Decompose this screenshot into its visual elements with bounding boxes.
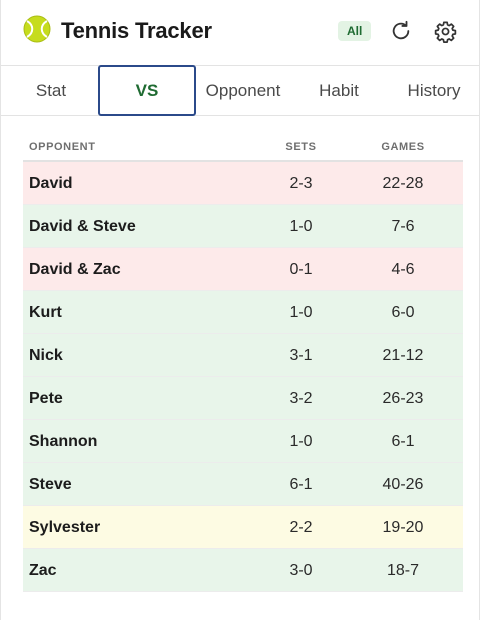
opponent-cell: Steve [29, 476, 72, 493]
opponent-cell: Pete [29, 390, 63, 407]
table-row[interactable]: David 2-3 22-28 [23, 162, 463, 205]
table-row[interactable]: Shannon 1-0 6-1 [23, 420, 463, 463]
opponent-cell: Nick [29, 347, 63, 364]
games-cell: 6-1 [391, 433, 415, 450]
settings-button[interactable] [433, 19, 457, 43]
games-cell: 18-7 [386, 562, 420, 579]
column-header-games[interactable]: GAMES [363, 141, 443, 153]
filter-badge[interactable]: All [338, 21, 372, 41]
app-header: Tennis Tracker All [1, 0, 479, 66]
tab-history[interactable]: History [389, 66, 479, 116]
sets-cell: 3-2 [289, 390, 313, 407]
games-cell: 40-26 [382, 476, 424, 493]
opponent-cell: Shannon [29, 433, 98, 450]
column-header-opponent[interactable]: OPPONENT [29, 141, 96, 153]
app-title: Tennis Tracker [61, 18, 212, 43]
sets-cell: 1-0 [289, 304, 313, 321]
table-row[interactable]: Kurt 1-0 6-0 [23, 291, 463, 334]
refresh-icon [392, 20, 410, 40]
tab-vs[interactable]: VS [98, 65, 196, 116]
games-cell: 22-28 [382, 175, 424, 192]
opponent-cell: David & Zac [29, 261, 121, 278]
games-cell: 19-20 [382, 519, 424, 536]
games-cell: 6-0 [391, 304, 415, 321]
tab-stat[interactable]: Stat [5, 66, 97, 116]
opponent-cell: David & Steve [29, 218, 136, 235]
games-cell: 4-6 [391, 261, 415, 278]
sets-cell: 2-2 [289, 519, 313, 536]
tab-habit[interactable]: Habit [291, 66, 387, 116]
refresh-button[interactable] [389, 19, 413, 43]
games-cell: 26-23 [382, 390, 424, 407]
table-header: OPPONENT SETS GAMES [23, 134, 463, 162]
table-row[interactable]: David & Zac 0-1 4-6 [23, 248, 463, 291]
games-cell: 7-6 [391, 218, 415, 235]
vs-table: OPPONENT SETS GAMES David 2-3 22-28 David &… [23, 134, 463, 592]
table-row[interactable]: David & Steve 1-0 7-6 [23, 205, 463, 248]
sets-cell: 2-3 [289, 175, 313, 192]
sets-cell: 0-1 [289, 261, 313, 278]
table-row[interactable]: Zac 3-0 18-7 [23, 549, 463, 592]
sets-cell: 3-1 [289, 347, 313, 364]
opponent-cell: David [29, 175, 73, 192]
tab-bar: Stat VS Opponent Habit History [1, 65, 479, 116]
column-header-sets[interactable]: SETS [269, 141, 333, 153]
table-row[interactable]: Nick 3-1 21-12 [23, 334, 463, 377]
games-cell: 21-12 [382, 347, 424, 364]
table-row[interactable]: Steve 6-1 40-26 [23, 463, 463, 506]
sets-cell: 3-0 [289, 562, 313, 579]
sets-cell: 6-1 [289, 476, 313, 493]
sets-cell: 1-0 [289, 218, 313, 235]
opponent-cell: Kurt [29, 304, 62, 321]
table-body: David 2-3 22-28 David & Steve 1-0 7-6 David & … [23, 162, 463, 592]
gear-icon [434, 21, 456, 43]
sets-cell: 1-0 [289, 433, 313, 450]
tennis-ball-icon [23, 15, 51, 43]
tab-opponent[interactable]: Opponent [196, 66, 290, 116]
opponent-cell: Zac [29, 562, 57, 579]
opponent-cell: Sylvester [29, 519, 101, 536]
app-window: Tennis Tracker All Stat VS Opponent Habi… [0, 0, 480, 620]
table-row[interactable]: Pete 3-2 26-23 [23, 377, 463, 420]
table-row[interactable]: Sylvester 2-2 19-20 [23, 506, 463, 549]
